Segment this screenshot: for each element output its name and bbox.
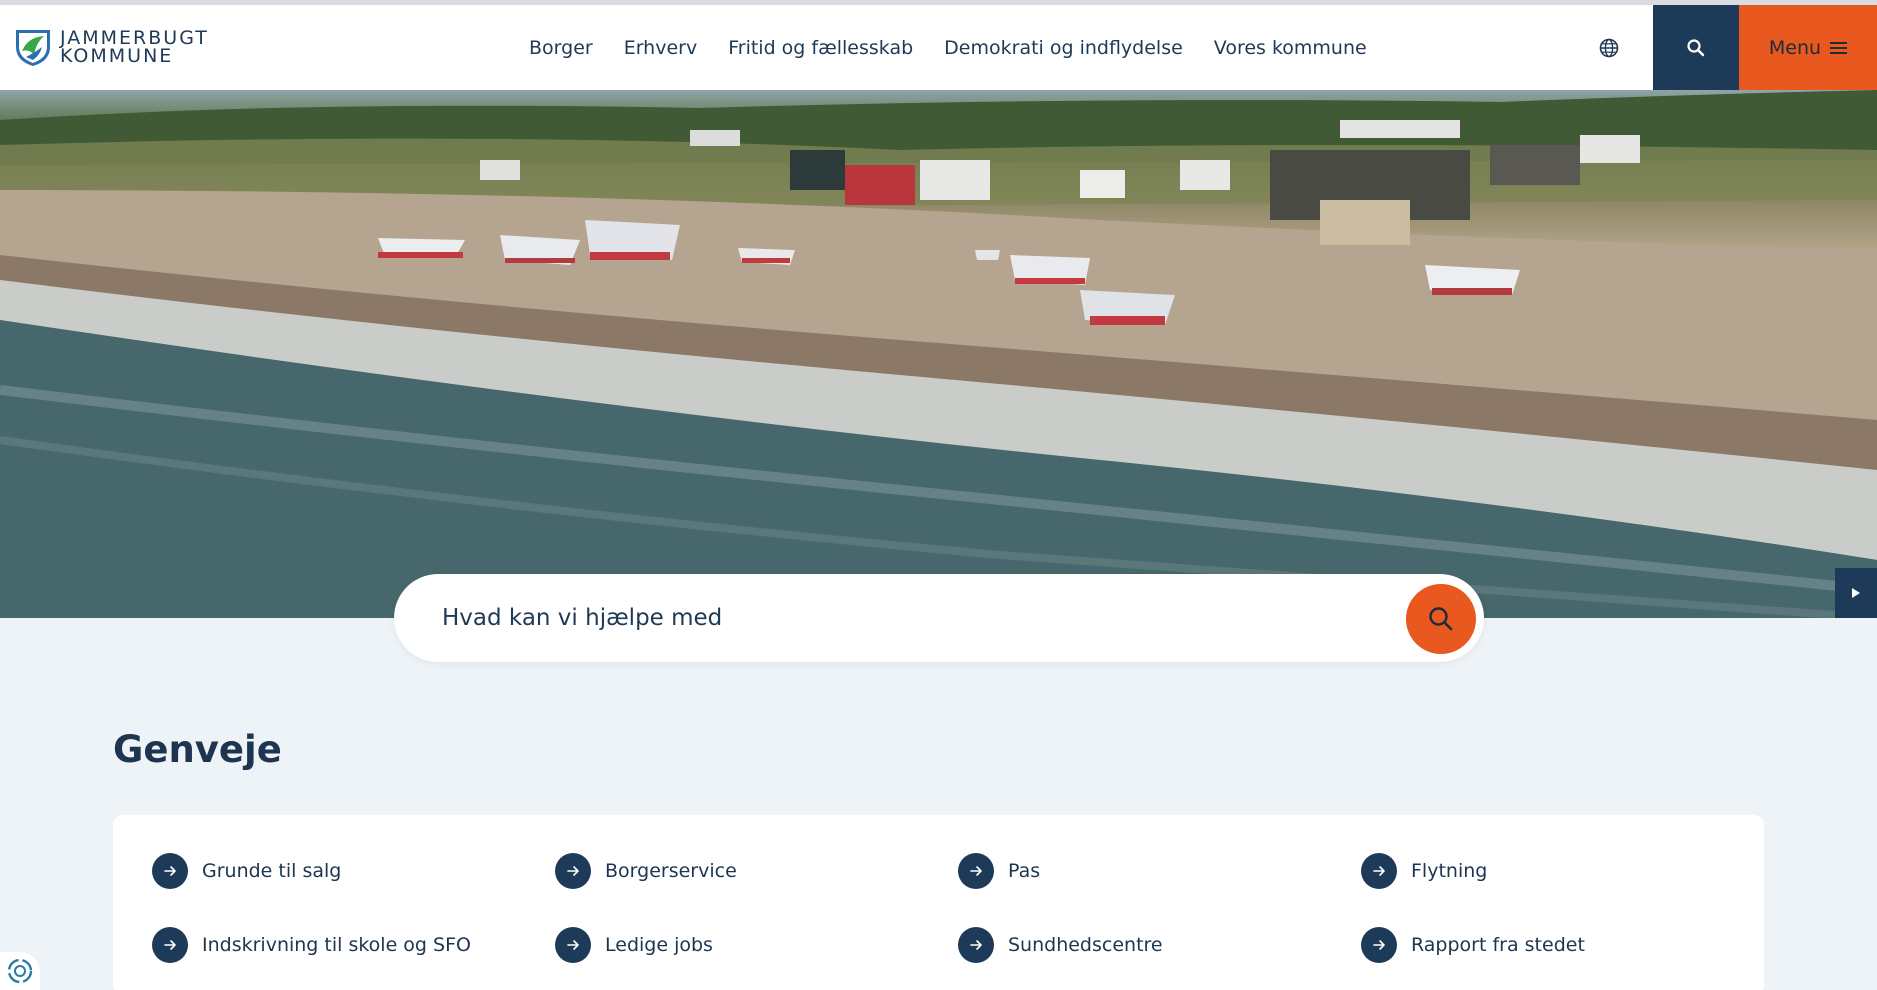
logo-wordmark: JAMMERBUGT KOMMUNE <box>60 29 209 67</box>
shortcut-rapport-fra-stedet[interactable]: Rapport fra stedet <box>1361 927 1585 963</box>
accessibility-button[interactable] <box>0 952 40 990</box>
jammerbugt-logo[interactable]: JAMMERBUGT KOMMUNE <box>14 27 209 67</box>
arrow-right-icon <box>958 927 994 963</box>
nav-item-demokrati[interactable]: Demokrati og indflydelse <box>944 37 1183 59</box>
shortcut-label: Pas <box>1008 860 1041 882</box>
shortcut-label: Flytning <box>1411 860 1488 882</box>
hero-image <box>0 90 1877 618</box>
nav-item-fritid[interactable]: Fritid og fællesskab <box>728 37 913 59</box>
header-search-button[interactable] <box>1653 5 1739 90</box>
shortcut-label: Sundhedscentre <box>1008 934 1163 956</box>
shortcuts-heading: Genveje <box>113 728 282 771</box>
site-header: JAMMERBUGT KOMMUNE Borger Erhverv Fritid… <box>0 5 1877 90</box>
shortcut-label: Ledige jobs <box>605 934 713 956</box>
shortcut-label: Rapport fra stedet <box>1411 934 1585 956</box>
shortcut-grunde-til-salg[interactable]: Grunde til salg <box>152 853 341 889</box>
logo-shield-icon <box>16 30 50 66</box>
search-icon <box>1429 607 1453 631</box>
nav-item-vores-kommune[interactable]: Vores kommune <box>1214 37 1367 59</box>
shortcut-label: Grunde til salg <box>202 860 342 882</box>
search-submit-button[interactable] <box>1406 584 1476 654</box>
accessibility-icon <box>7 958 33 984</box>
arrow-right-icon <box>152 853 188 889</box>
hero-video <box>0 90 1877 618</box>
menu-label: Menu <box>1768 36 1822 59</box>
shortcut-flytning[interactable]: Flytning <box>1361 853 1487 889</box>
video-play-button[interactable] <box>1835 568 1877 618</box>
shortcut-sundhedscentre[interactable]: Sundhedscentre <box>958 927 1163 963</box>
shortcut-borgerservice[interactable]: Borgerservice <box>555 853 737 889</box>
arrow-right-icon <box>152 927 188 963</box>
arrow-right-icon <box>958 853 994 889</box>
site-search-bar <box>394 574 1484 662</box>
menu-button[interactable]: Menu <box>1739 5 1877 90</box>
shortcut-indskrivning[interactable]: Indskrivning til skole og SFO <box>152 927 471 963</box>
arrow-right-icon <box>555 927 591 963</box>
nav-item-erhverv[interactable]: Erhverv <box>624 37 698 59</box>
shortcut-label: Borgerservice <box>605 860 737 882</box>
arrow-right-icon <box>1361 853 1397 889</box>
shortcut-pas[interactable]: Pas <box>958 853 1040 889</box>
arrow-right-icon <box>555 853 591 889</box>
shortcut-label: Indskrivning til skole og SFO <box>202 934 471 956</box>
language-button[interactable] <box>1596 35 1622 61</box>
globe-icon <box>1599 38 1619 58</box>
nav-item-borger[interactable]: Borger <box>529 37 593 59</box>
hamburger-icon <box>1830 41 1848 54</box>
main-nav: Borger Erhverv Fritid og fællesskab Demo… <box>529 5 1398 90</box>
shortcut-ledige-jobs[interactable]: Ledige jobs <box>555 927 713 963</box>
logo-line-2: KOMMUNE <box>60 45 174 67</box>
search-input[interactable] <box>442 596 1342 640</box>
arrow-right-icon <box>1361 927 1397 963</box>
search-icon <box>1687 38 1705 56</box>
shortcuts-card: Grunde til salg Borgerservice Pas Flytni… <box>113 815 1764 990</box>
play-icon <box>1852 588 1860 598</box>
